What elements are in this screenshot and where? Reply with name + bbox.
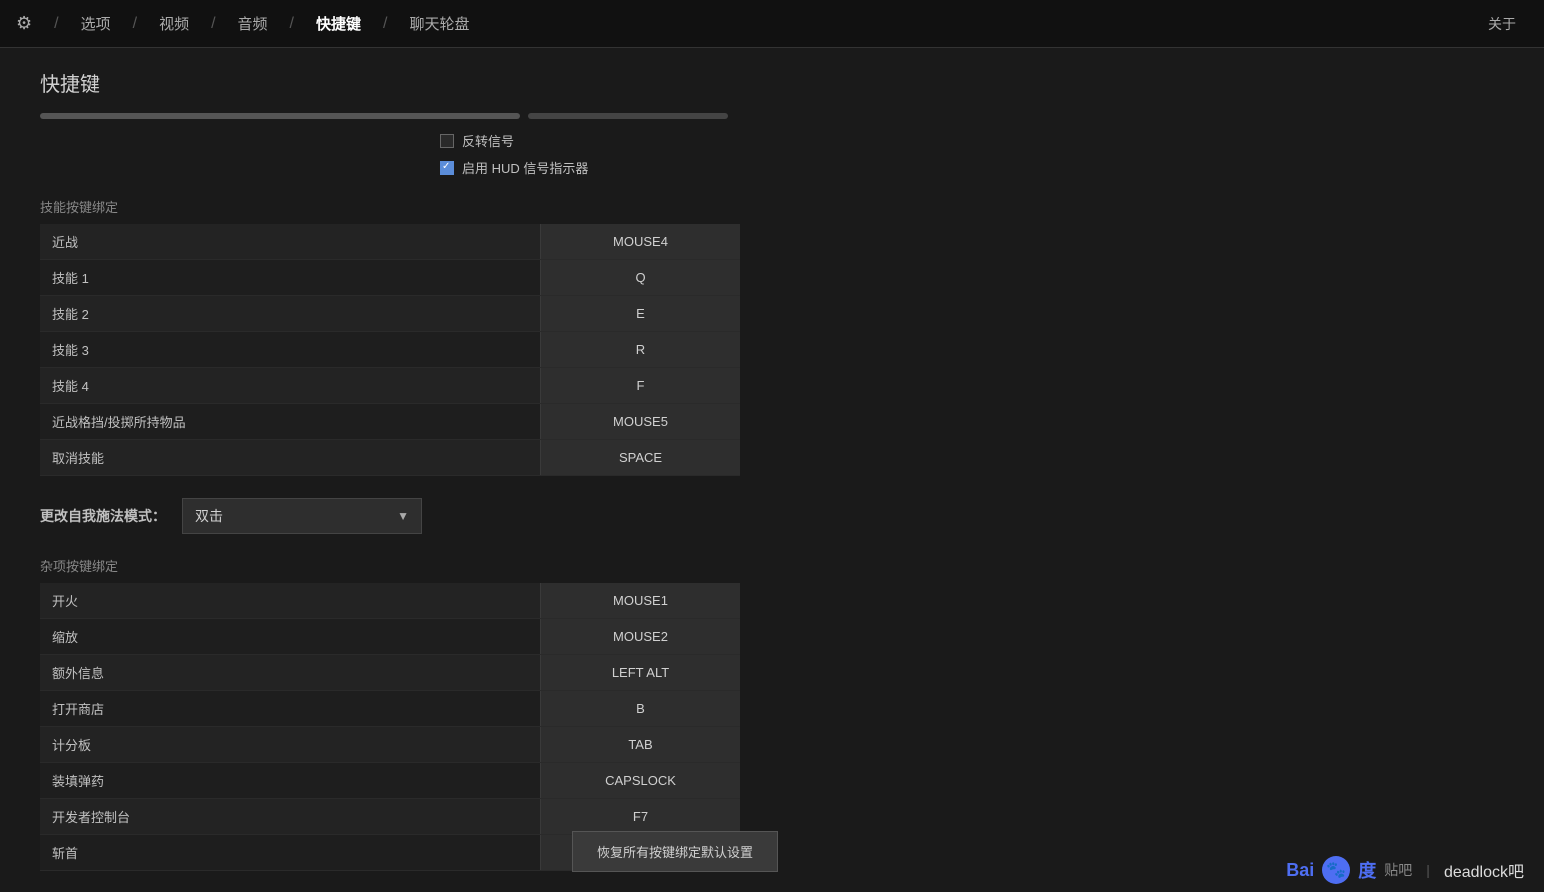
keybind-skill3-key[interactable]: R: [540, 332, 740, 367]
keybind-skill2-key[interactable]: E: [540, 296, 740, 331]
hud-signal-checkbox[interactable]: [440, 161, 454, 175]
keybind-melee-block-key[interactable]: MOUSE5: [540, 404, 740, 439]
invert-signal-checkbox[interactable]: [440, 134, 454, 148]
nav-separator-3: /: [211, 15, 215, 33]
keybind-scoreboard: 计分板 TAB: [40, 727, 740, 763]
keybind-melee-label: 近战: [40, 232, 540, 251]
misc-section-header: 杂项按键绑定: [40, 556, 1504, 575]
keybind-melee: 近战 MOUSE4: [40, 224, 740, 260]
nav-item-chat-wheel[interactable]: 聊天轮盘: [401, 9, 477, 38]
scroll-bar-left: [40, 113, 520, 119]
keybind-zoom: 缩放 MOUSE2: [40, 619, 740, 655]
keybind-extra-info-key[interactable]: LEFT ALT: [540, 655, 740, 690]
hud-signal-row: 启用 HUD 信号指示器: [440, 158, 1504, 177]
keybind-fire-label: 开火: [40, 591, 540, 610]
nav-item-options[interactable]: 选项: [73, 9, 119, 38]
keybind-extra-info: 额外信息 LEFT ALT: [40, 655, 740, 691]
top-nav: ⚙ / 选项 / 视频 / 音频 / 快捷键 / 聊天轮盘 关于: [0, 0, 1544, 48]
keybind-zoom-label: 缩放: [40, 627, 540, 646]
keybind-melee-block: 近战格挡/投掷所持物品 MOUSE5: [40, 404, 740, 440]
keybind-cancel-skill-key[interactable]: SPACE: [540, 440, 740, 475]
keybind-dev-console-key[interactable]: F7: [540, 799, 740, 834]
keybind-cancel-skill: 取消技能 SPACE: [40, 440, 740, 476]
hud-signal-label: 启用 HUD 信号指示器: [462, 158, 588, 177]
keybind-skill4: 技能 4 F: [40, 368, 740, 404]
keybind-skill4-label: 技能 4: [40, 376, 540, 395]
keybind-skill3: 技能 3 R: [40, 332, 740, 368]
keybind-skill2: 技能 2 E: [40, 296, 740, 332]
keybind-skill1: 技能 1 Q: [40, 260, 740, 296]
keybind-scoreboard-label: 计分板: [40, 735, 540, 754]
misc-keybind-table: 开火 MOUSE1 缩放 MOUSE2 额外信息 LEFT ALT 打开商店 B…: [40, 583, 740, 871]
restore-defaults-button[interactable]: 恢复所有按键绑定默认设置: [572, 831, 778, 872]
keybind-open-shop: 打开商店 B: [40, 691, 740, 727]
keybind-extra-info-label: 额外信息: [40, 663, 540, 682]
selfcast-label: 更改自我施法模式：: [40, 506, 166, 526]
keybind-zoom-key[interactable]: MOUSE2: [540, 619, 740, 654]
keybind-dev-console: 开发者控制台 F7: [40, 799, 740, 835]
keybind-cancel-skill-label: 取消技能: [40, 448, 540, 467]
watermark: Bai 🐾 度 贴吧 | deadlock吧: [1286, 856, 1524, 884]
selfcast-dropdown[interactable]: 双击 ▼: [182, 498, 422, 534]
keybind-skill2-label: 技能 2: [40, 304, 540, 323]
keybind-skill1-label: 技能 1: [40, 268, 540, 287]
keybind-reload: 装填弹药 CAPSLOCK: [40, 763, 740, 799]
keybind-skill3-label: 技能 3: [40, 340, 540, 359]
selfcast-value: 双击: [195, 506, 223, 526]
baidu-tieba-text: 贴吧: [1384, 860, 1412, 880]
gear-icon: ⚙: [16, 13, 32, 34]
keybind-fire: 开火 MOUSE1: [40, 583, 740, 619]
keybind-execute-label: 斩首: [40, 843, 540, 862]
checkbox-section: 反转信号 启用 HUD 信号指示器: [40, 131, 1504, 177]
dropdown-arrow-icon: ▼: [397, 509, 409, 523]
skill-keybind-table: 近战 MOUSE4 技能 1 Q 技能 2 E 技能 3 R 技能 4 F 近战…: [40, 224, 740, 476]
scroll-bar-right: [528, 113, 728, 119]
keybind-fire-key[interactable]: MOUSE1: [540, 583, 740, 618]
watermark-separator: |: [1426, 862, 1430, 878]
keybind-dev-console-label: 开发者控制台: [40, 807, 540, 826]
baidu-du-text: 度: [1358, 857, 1376, 883]
nav-separator-5: /: [383, 15, 387, 33]
main-content: 快捷键 反转信号 启用 HUD 信号指示器 技能按键绑定 近战 MOUSE4 技…: [0, 48, 1544, 892]
nav-separator-2: /: [133, 15, 137, 33]
keybind-reload-label: 装填弹药: [40, 771, 540, 790]
nav-item-audio[interactable]: 音频: [230, 9, 276, 38]
keybind-open-shop-key[interactable]: B: [540, 691, 740, 726]
deadlock-text: deadlock吧: [1444, 858, 1524, 882]
nav-item-hotkeys[interactable]: 快捷键: [308, 9, 369, 38]
skill-section-header: 技能按键绑定: [40, 197, 1504, 216]
close-button[interactable]: 关于: [1476, 10, 1528, 38]
page-title: 快捷键: [40, 68, 1504, 97]
nav-separator-1: /: [54, 15, 58, 33]
scroll-bar-area: [40, 113, 1504, 119]
baidu-logo-text: Bai: [1286, 860, 1314, 881]
keybind-skill4-key[interactable]: F: [540, 368, 740, 403]
nav-item-video[interactable]: 视频: [151, 9, 197, 38]
baidu-paw-icon: 🐾: [1322, 856, 1350, 884]
selfcast-row: 更改自我施法模式： 双击 ▼: [40, 496, 1504, 536]
keybind-reload-key[interactable]: CAPSLOCK: [540, 763, 740, 798]
keybind-melee-key[interactable]: MOUSE4: [540, 224, 740, 259]
keybind-open-shop-label: 打开商店: [40, 699, 540, 718]
keybind-melee-block-label: 近战格挡/投掷所持物品: [40, 412, 540, 431]
invert-signal-label: 反转信号: [462, 131, 514, 150]
nav-separator-4: /: [290, 15, 294, 33]
keybind-skill1-key[interactable]: Q: [540, 260, 740, 295]
keybind-scoreboard-key[interactable]: TAB: [540, 727, 740, 762]
invert-signal-row: 反转信号: [440, 131, 1504, 150]
